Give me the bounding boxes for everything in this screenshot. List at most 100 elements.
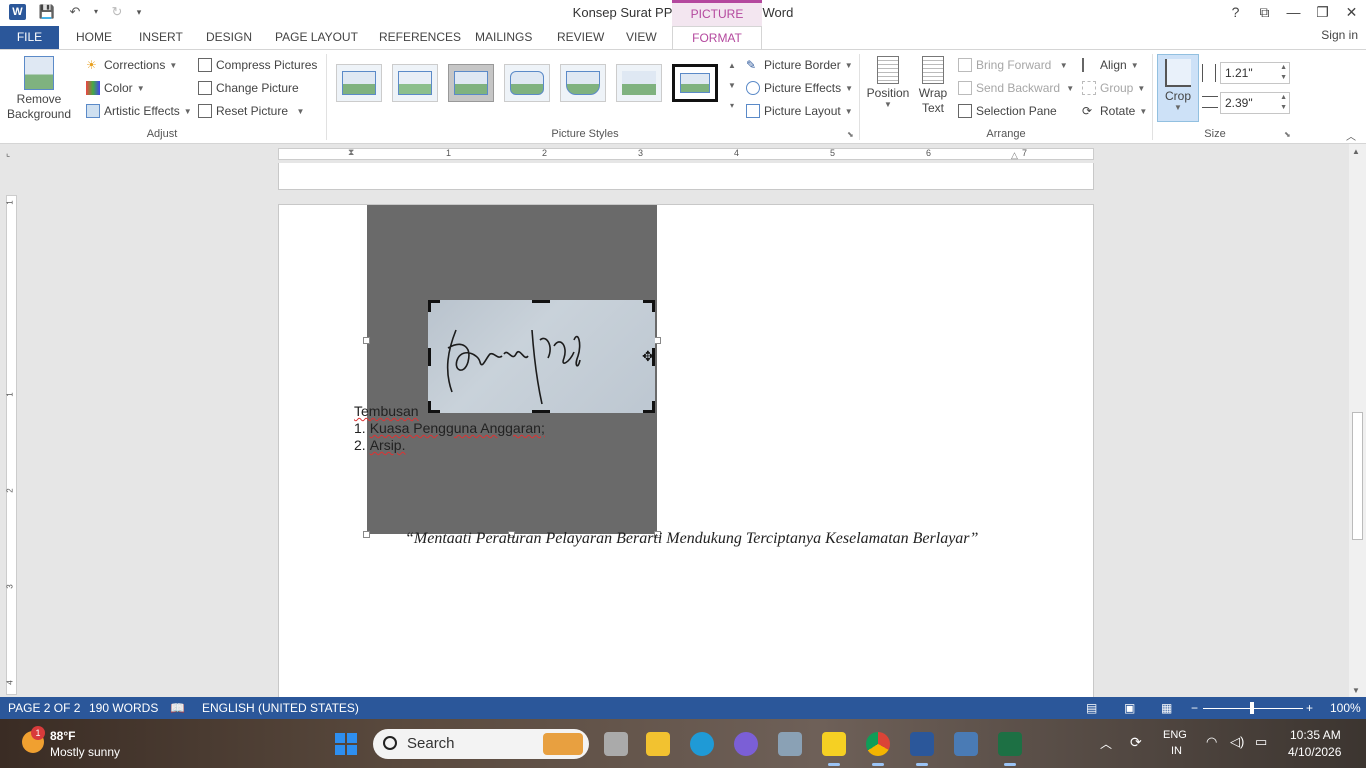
read-mode-icon[interactable]: ▤ (1086, 701, 1097, 715)
picture-style-thumb[interactable] (672, 64, 718, 102)
undo-dropdown-icon[interactable]: ▾ (92, 3, 100, 21)
file-explorer-icon[interactable] (646, 732, 670, 756)
crop-handle[interactable] (428, 401, 440, 413)
undo-icon[interactable]: ↶ (64, 3, 86, 21)
height-spinner-icon[interactable]: ▲ ▼ (1280, 63, 1287, 83)
shape-height-input[interactable]: 1.21" ▲ ▼ (1220, 62, 1290, 84)
bring-forward-button[interactable]: Bring Forward ▼ (958, 58, 1068, 72)
clock-time[interactable]: 10:35 AM (1290, 728, 1341, 742)
clock-date[interactable]: 4/10/2026 (1288, 745, 1341, 759)
picture-style-thumb[interactable] (504, 64, 550, 102)
weather-temperature[interactable]: 88°F (50, 729, 75, 743)
restore-button[interactable]: ❐ (1308, 0, 1337, 24)
sticky-notes-icon[interactable] (822, 732, 846, 766)
word-app-icon[interactable]: W (9, 4, 26, 20)
change-picture-button[interactable]: Change Picture (198, 81, 299, 95)
excel-icon[interactable] (998, 732, 1022, 766)
signature-image[interactable]: ✥ (428, 300, 655, 413)
input-language-bottom[interactable]: IN (1171, 745, 1182, 757)
compress-pictures-button[interactable]: Compress Pictures (198, 58, 317, 72)
show-hidden-icons[interactable]: ︿ (1100, 735, 1112, 752)
sync-icon[interactable]: ⟳ (1130, 734, 1142, 751)
rotate-button[interactable]: ⟳ Rotate ▼ (1082, 104, 1147, 118)
artistic-effects-button[interactable]: Artistic Effects ▼ (86, 104, 192, 118)
help-button[interactable]: ? (1221, 0, 1250, 24)
tab-page-layout[interactable]: PAGE LAYOUT (265, 26, 368, 49)
picture-style-thumb[interactable] (560, 64, 606, 102)
sign-in-link[interactable]: Sign in (1321, 28, 1358, 42)
indent-marker-icon[interactable]: ⧗ (348, 147, 354, 158)
tab-file[interactable]: FILE (0, 26, 59, 49)
picture-border-button[interactable]: ✎ Picture Border ▼ (746, 58, 853, 72)
horizontal-ruler[interactable]: 1 2 3 4 5 6 7 ⧗ △ (278, 147, 1094, 161)
position-button[interactable]: Position ▼ (864, 56, 912, 109)
camera-icon[interactable] (778, 732, 802, 756)
windows-start-icon[interactable] (335, 733, 357, 755)
picture-effects-button[interactable]: Picture Effects ▼ (746, 81, 853, 95)
wifi-icon[interactable]: ◠ (1206, 734, 1217, 750)
width-spinner-icon[interactable]: ▲ ▼ (1280, 93, 1287, 113)
crop-handle[interactable] (428, 348, 431, 366)
crop-handle[interactable] (428, 300, 440, 312)
color-button[interactable]: Color ▼ (86, 81, 145, 95)
zoom-out-button[interactable]: − (1191, 701, 1198, 715)
tab-selector-icon[interactable]: ⌞ (6, 148, 16, 158)
picture-layout-button[interactable]: Picture Layout ▼ (746, 104, 853, 118)
reset-picture-button[interactable]: Reset Picture ▼ (198, 104, 304, 118)
resize-handle[interactable] (363, 337, 370, 344)
zoom-in-button[interactable]: + (1306, 701, 1313, 715)
crop-button[interactable]: Crop ▼ (1157, 54, 1199, 122)
ribbon-display-options-button[interactable]: ⧉ (1250, 0, 1279, 24)
battery-icon[interactable]: ▭ (1255, 734, 1267, 750)
resize-handle[interactable] (363, 531, 370, 538)
customize-qat-icon[interactable]: ▾ (134, 3, 144, 21)
zoom-level[interactable]: 100% (1330, 701, 1361, 715)
task-view-icon[interactable] (604, 732, 628, 756)
picture-style-thumb[interactable] (448, 64, 494, 102)
crop-handle[interactable] (643, 401, 655, 413)
picture-styles-launcher-icon[interactable]: ⬊ (847, 130, 854, 139)
picture-style-thumb[interactable] (336, 64, 382, 102)
tab-view[interactable]: VIEW (616, 26, 667, 49)
calculator-icon[interactable] (954, 732, 978, 756)
word-taskbar-icon[interactable] (910, 732, 934, 766)
input-language-top[interactable]: ENG (1163, 729, 1187, 741)
collapse-ribbon-icon[interactable]: ︿ (1346, 128, 1356, 143)
picture-style-thumb[interactable] (392, 64, 438, 102)
scroll-down-icon[interactable]: ▼ (1352, 686, 1360, 695)
crop-handle[interactable] (532, 300, 550, 303)
size-launcher-icon[interactable]: ⬊ (1284, 130, 1291, 139)
tab-mailings[interactable]: MAILINGS (465, 26, 542, 49)
tab-references[interactable]: REFERENCES (369, 26, 471, 49)
app-icon[interactable] (734, 732, 758, 756)
close-button[interactable]: ✕ (1337, 0, 1366, 24)
tab-home[interactable]: HOME (66, 26, 122, 49)
scroll-up-icon[interactable]: ▲ (1352, 147, 1360, 156)
page-count[interactable]: PAGE 2 OF 2 (8, 701, 80, 715)
edge-icon[interactable] (690, 732, 714, 756)
shape-width-input[interactable]: 2.39" ▲ ▼ (1220, 92, 1290, 114)
right-indent-marker-icon[interactable]: △ (1011, 150, 1018, 161)
web-layout-icon[interactable]: ▦ (1161, 701, 1172, 715)
redo-icon[interactable]: ↻ (106, 3, 128, 21)
word-count[interactable]: 190 WORDS (89, 701, 158, 715)
chrome-icon[interactable] (866, 732, 890, 766)
remove-background-button[interactable]: Remove Background (4, 56, 74, 122)
vertical-scrollbar[interactable]: ▲ ▼ (1349, 144, 1366, 697)
proofing-icon[interactable]: 📖 (170, 701, 185, 715)
corrections-button[interactable]: ☀ Corrections ▼ (86, 58, 177, 72)
tab-insert[interactable]: INSERT (129, 26, 193, 49)
taskbar-search[interactable]: Search (373, 729, 589, 759)
tab-format[interactable]: FORMAT (672, 26, 762, 50)
minimize-button[interactable]: — (1279, 0, 1308, 24)
selection-pane-button[interactable]: Selection Pane (958, 104, 1057, 118)
wrap-text-button[interactable]: Wrap Text (914, 56, 952, 116)
save-icon[interactable]: 💾 (36, 3, 58, 21)
tab-design[interactable]: DESIGN (196, 26, 262, 49)
send-backward-button[interactable]: Send Backward ▼ (958, 81, 1074, 95)
zoom-slider-thumb[interactable] (1250, 702, 1254, 714)
group-button[interactable]: Group ▼ (1082, 81, 1145, 95)
tab-review[interactable]: REVIEW (547, 26, 614, 49)
crop-handle[interactable] (643, 300, 655, 312)
crop-handle[interactable] (532, 410, 550, 413)
